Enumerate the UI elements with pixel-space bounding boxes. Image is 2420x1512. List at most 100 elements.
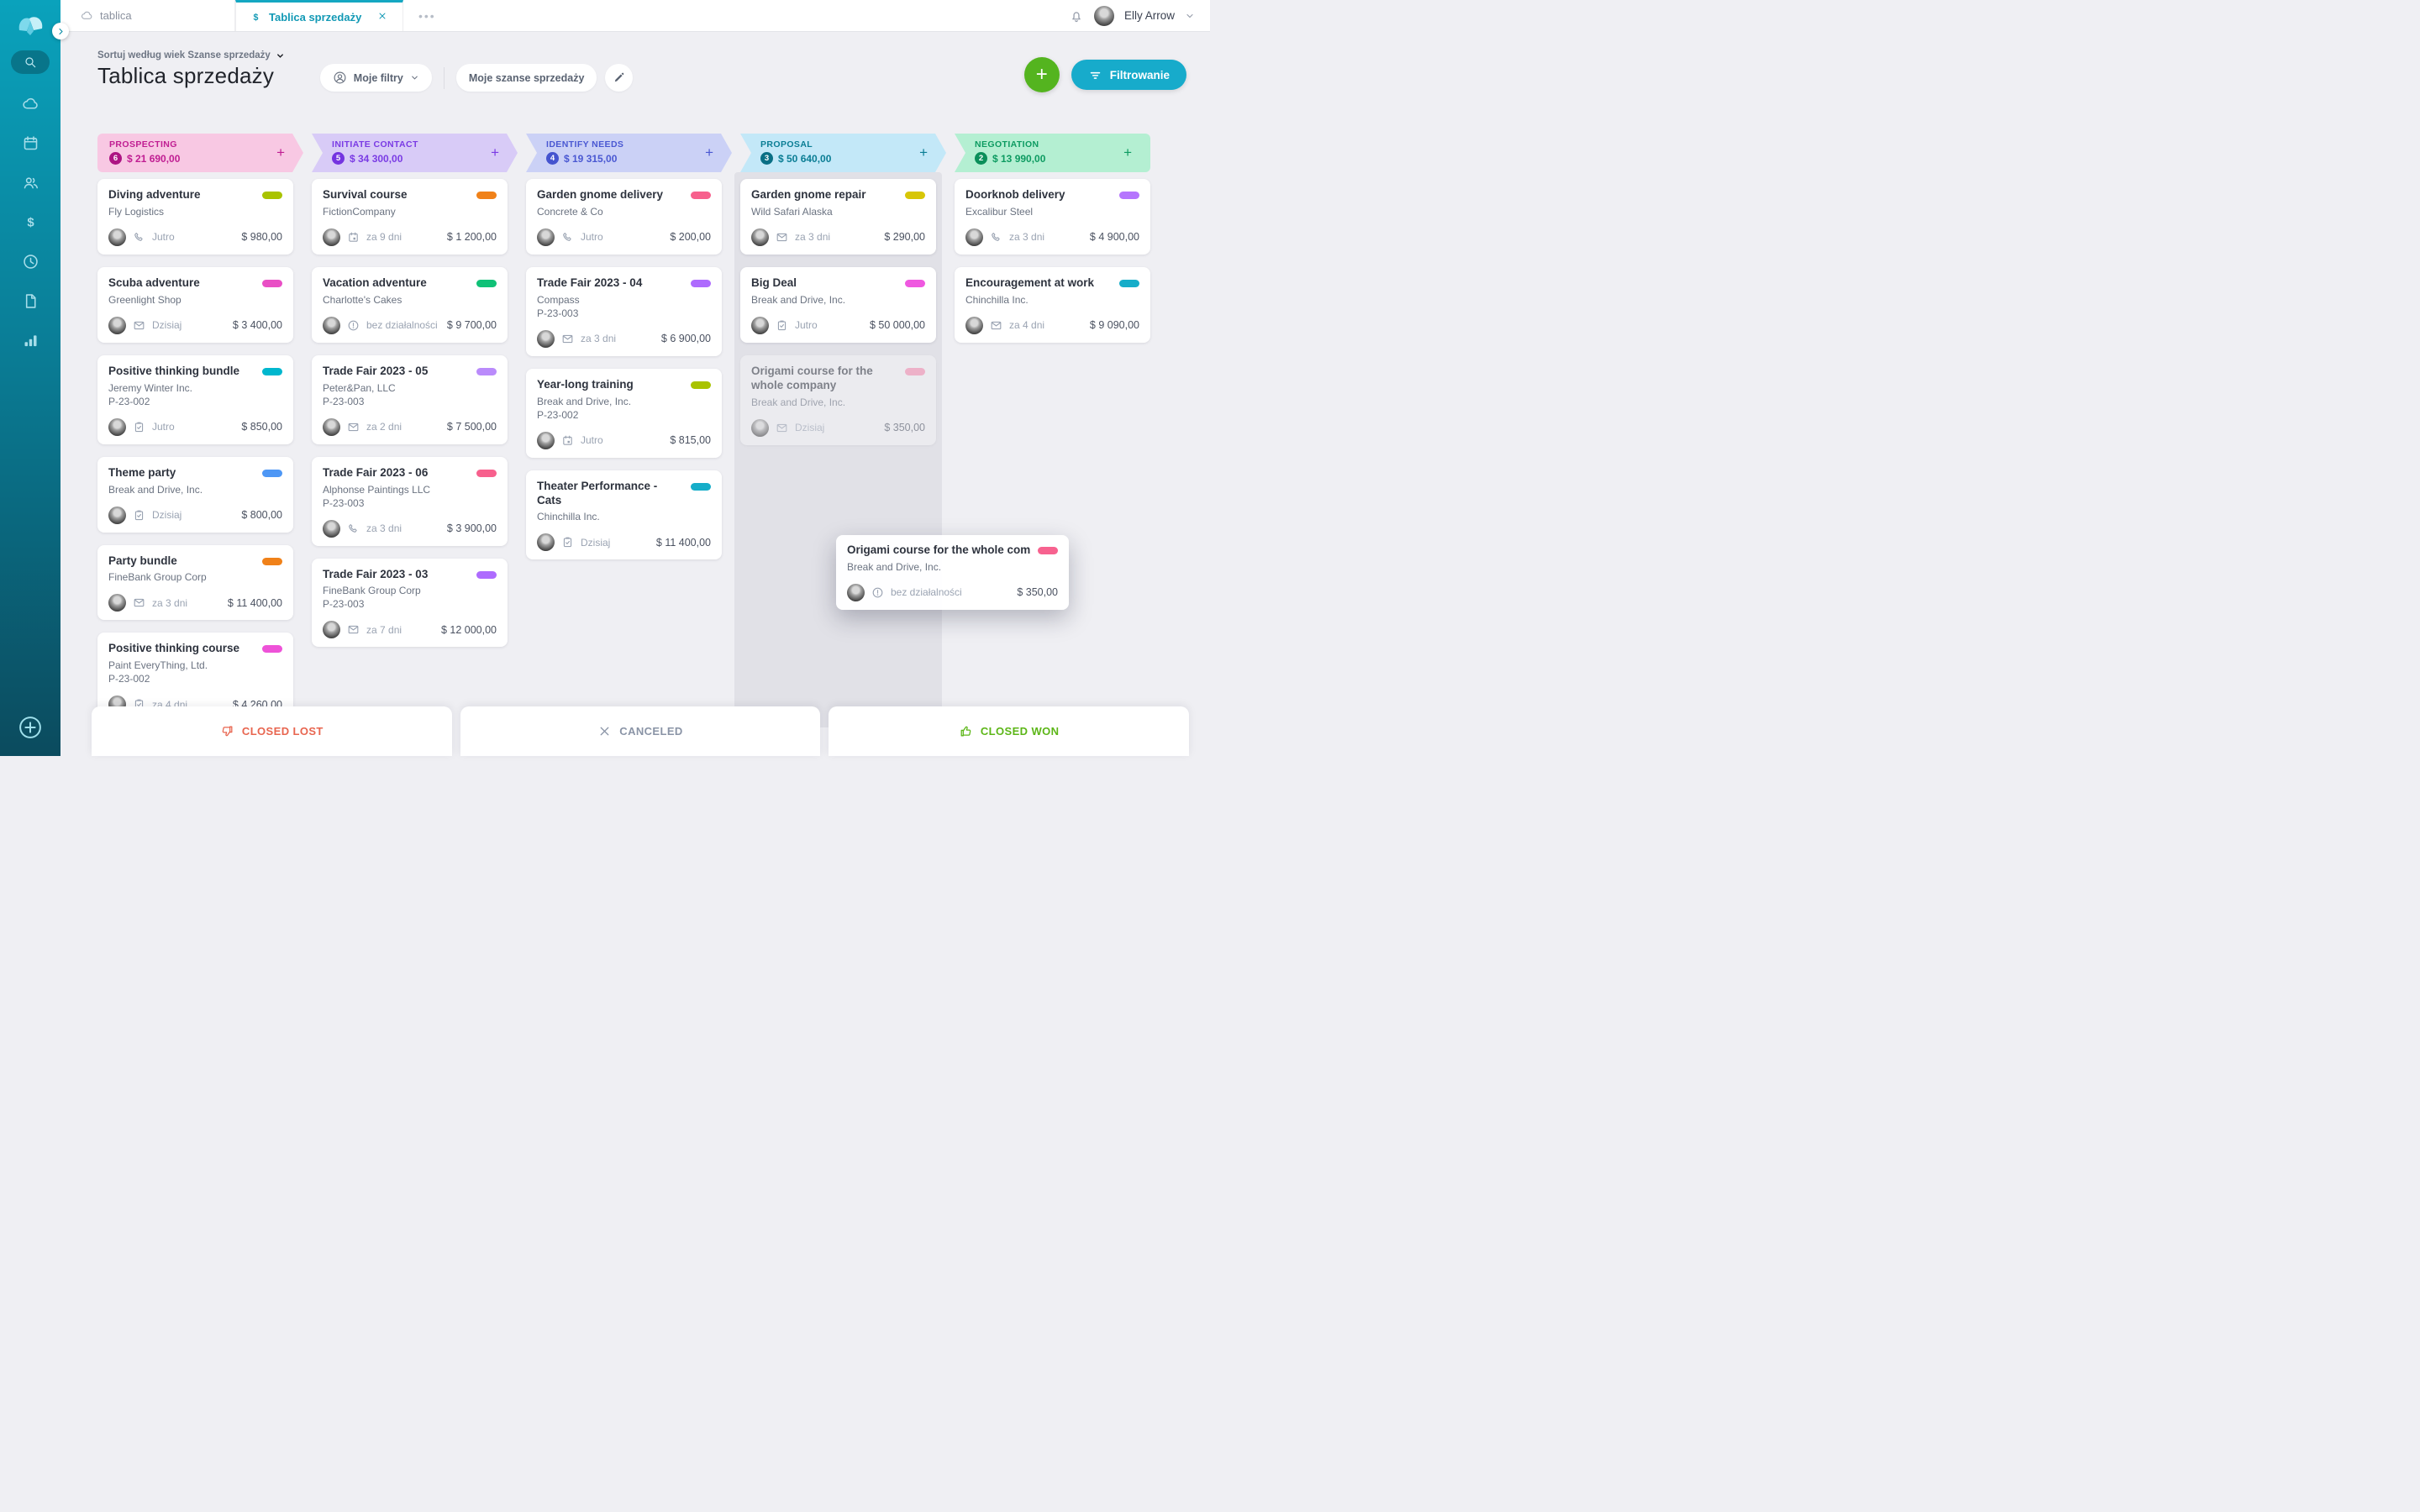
- sort-selector[interactable]: Sortuj według wiek Szanse sprzedaży: [97, 50, 285, 60]
- deal-amount: $ 11 400,00: [656, 537, 711, 549]
- deal-card[interactable]: Garden gnome deliveryConcrete & CoJutro$…: [526, 179, 722, 255]
- sidebar-item-search[interactable]: [11, 50, 50, 74]
- deal-amount: $ 200,00: [670, 231, 711, 243]
- app-logo: [0, 0, 60, 49]
- deal-meta: za 3 dni$ 3 900,00: [323, 520, 497, 538]
- deal-amount: $ 815,00: [670, 434, 711, 446]
- sidebar-item-calendar[interactable]: [19, 132, 41, 154]
- deal-card[interactable]: Doorknob deliveryExcalibur Steelza 3 dni…: [955, 179, 1150, 255]
- drop-action-closed-lost[interactable]: CLOSED LOST: [92, 706, 452, 756]
- deal-card[interactable]: Trade Fair 2023 - 03FineBank Group CorpP…: [312, 559, 508, 648]
- deal-company: Fly Logistics: [108, 206, 282, 218]
- add-deal-column-button[interactable]: +: [1123, 144, 1132, 161]
- dollar-icon: $: [250, 11, 262, 24]
- deal-card[interactable]: Diving adventureFly LogisticsJutro$ 980,…: [97, 179, 293, 255]
- card-top-row: Origami course for the whole company: [847, 543, 1058, 558]
- column-summary: 2$ 13 990,00: [975, 152, 1140, 165]
- deal-card[interactable]: Scuba adventureGreenlight ShopDzisiaj$ 3…: [97, 267, 293, 343]
- sidebar-item-people[interactable]: [19, 171, 41, 193]
- sidebar-item-clock[interactable]: [19, 250, 41, 272]
- deal-card[interactable]: Trade Fair 2023 - 06Alphonse Paintings L…: [312, 457, 508, 546]
- deal-card[interactable]: Trade Fair 2023 - 04CompassP-23-003za 3 …: [526, 267, 722, 356]
- sort-label: Sortuj według wiek Szanse sprzedaży: [97, 50, 271, 60]
- deal-due: Dzisiaj: [152, 509, 182, 521]
- owner-avatar: [537, 330, 555, 348]
- deal-card[interactable]: Theme partyBreak and Drive, Inc.Dzisiaj$…: [97, 457, 293, 533]
- kanban-board: PROSPECTING6$ 21 690,00+ Diving adventure…: [97, 134, 1150, 727]
- deal-title: Positive thinking bundle: [108, 365, 255, 379]
- deal-title: Year-long training: [537, 378, 684, 392]
- main-area: Sortuj według wiek Szanse sprzedaży Tabl…: [60, 32, 1210, 756]
- deal-due: Jutro: [795, 319, 818, 331]
- calendar-day-icon: [561, 434, 574, 447]
- user-avatar[interactable]: [1094, 6, 1114, 26]
- deal-title: Theater Performance - Cats: [537, 480, 684, 508]
- sidebar-add-button[interactable]: [18, 715, 43, 744]
- column-total: $ 13 990,00: [992, 153, 1045, 165]
- phone-icon: [561, 231, 574, 244]
- deal-card[interactable]: Big DealBreak and Drive, Inc.Jutro$ 50 0…: [740, 267, 936, 343]
- deal-card[interactable]: Vacation adventureCharlotte's Cakesbez d…: [312, 267, 508, 343]
- dragged-deal-card[interactable]: Origami course for the whole companyBrea…: [836, 535, 1069, 610]
- deal-amount: $ 850,00: [241, 421, 282, 433]
- notifications-bell-icon[interactable]: [1069, 8, 1084, 24]
- cloud-icon: [81, 9, 93, 22]
- my-deals-button[interactable]: Moje szanse sprzedaży: [456, 64, 597, 92]
- card-top-row: Theme party: [108, 466, 282, 480]
- tab-overflow-button[interactable]: •••: [403, 0, 451, 31]
- add-deal-column-button[interactable]: +: [276, 144, 285, 161]
- envelope-icon: [347, 623, 360, 636]
- user-menu-chevron-icon[interactable]: [1185, 11, 1195, 21]
- deal-card[interactable]: Origami course for the whole companyBrea…: [740, 355, 936, 445]
- sidebar-item-cloud[interactable]: [19, 92, 41, 114]
- filter-board-label: Filtrowanie: [1110, 69, 1170, 81]
- drop-action-closed-won[interactable]: CLOSED WON: [829, 706, 1189, 756]
- drop-action-canceled[interactable]: CANCELED: [460, 706, 821, 756]
- deal-card[interactable]: Trade Fair 2023 - 05Peter&Pan, LLCP-23-0…: [312, 355, 508, 444]
- deal-meta: za 4 dni$ 9 090,00: [965, 317, 1139, 334]
- deal-company: FineBank Group Corp: [108, 571, 282, 583]
- sidebar-item-document[interactable]: [19, 290, 41, 312]
- status-pill: [476, 571, 497, 579]
- tab-0[interactable]: tablica: [67, 0, 235, 31]
- column-cards: Garden gnome deliveryConcrete & CoJutro$…: [526, 179, 722, 559]
- add-deal-column-button[interactable]: +: [919, 144, 928, 161]
- deal-title: Trade Fair 2023 - 06: [323, 466, 470, 480]
- footer-drop-actions: CLOSED LOSTCANCELEDCLOSED WON: [92, 706, 1189, 756]
- deal-amount: $ 4 900,00: [1090, 231, 1139, 243]
- owner-avatar: [323, 520, 340, 538]
- deal-card[interactable]: Encouragement at workChinchilla Inc.za 4…: [955, 267, 1150, 343]
- deal-meta: za 3 dni$ 11 400,00: [108, 594, 282, 612]
- edit-filters-button[interactable]: [605, 64, 633, 92]
- column-header: PROSPECTING6$ 21 690,00+: [97, 134, 303, 172]
- column-count-badge: 3: [760, 152, 773, 165]
- deal-card[interactable]: Year-long trainingBreak and Drive, Inc.P…: [526, 369, 722, 458]
- column-total: $ 34 300,00: [350, 153, 402, 165]
- tab-active[interactable]: $Tablica sprzedaży: [235, 0, 403, 31]
- deal-card[interactable]: Party bundleFineBank Group Corpza 3 dni$…: [97, 545, 293, 621]
- deal-company: Break and Drive, Inc.: [537, 396, 711, 407]
- deal-title: Survival course: [323, 188, 470, 202]
- tab-close-icon[interactable]: [376, 9, 389, 25]
- add-deal-column-button[interactable]: +: [491, 144, 499, 161]
- add-deal-column-button[interactable]: +: [705, 144, 713, 161]
- pencil-icon: [613, 71, 625, 84]
- deal-amount: $ 11 400,00: [228, 597, 282, 609]
- deal-amount: $ 12 000,00: [441, 624, 497, 636]
- sidebar-expand-button[interactable]: [52, 23, 69, 39]
- deal-card[interactable]: Survival courseFictionCompanyza 9 dni$ 1…: [312, 179, 508, 255]
- sidebar-item-chart[interactable]: [19, 329, 41, 351]
- owner-avatar: [751, 228, 769, 246]
- deal-card[interactable]: Positive thinking bundleJeremy Winter In…: [97, 355, 293, 444]
- sidebar-item-dollar[interactable]: $: [19, 211, 41, 233]
- add-deal-global-button[interactable]: +: [1024, 57, 1060, 92]
- deal-card[interactable]: Theater Performance - CatsChinchilla Inc…: [526, 470, 722, 560]
- deal-card[interactable]: Garden gnome repairWild Safari Alaskaza …: [740, 179, 936, 255]
- cloud-icon: [22, 95, 39, 113]
- deal-company: FictionCompany: [323, 206, 497, 218]
- deal-title: Origami course for the whole company: [751, 365, 898, 393]
- clipboard-icon: [133, 509, 145, 522]
- clipboard-icon: [776, 319, 788, 332]
- filter-board-button[interactable]: Filtrowanie: [1071, 60, 1186, 90]
- my-filters-button[interactable]: Moje filtry: [320, 64, 432, 92]
